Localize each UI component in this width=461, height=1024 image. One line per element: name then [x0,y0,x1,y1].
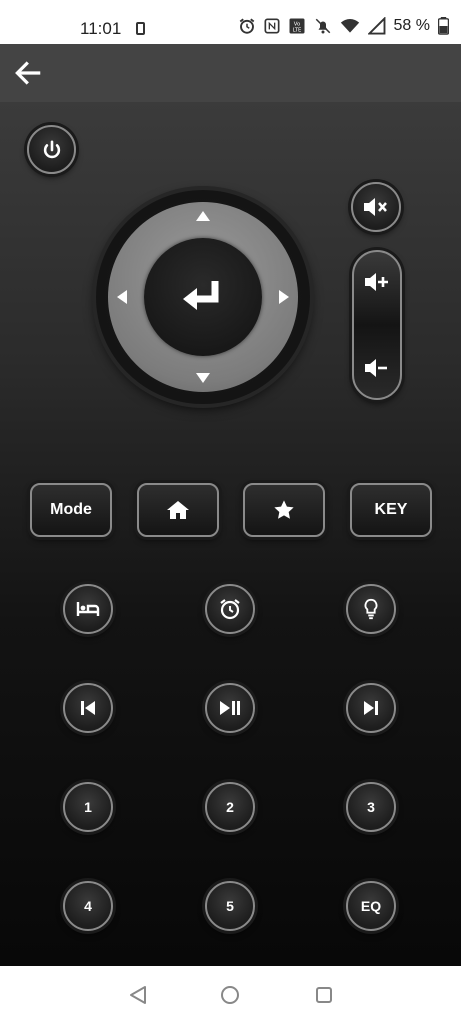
wifi-icon [340,19,359,33]
notifications-off-icon [315,18,330,34]
home-circle-icon [221,986,239,1004]
number-3-button[interactable]: 3 [346,782,396,832]
play-pause-button[interactable] [205,683,255,733]
dpad-left-button[interactable] [112,287,132,307]
number-5-label: 5 [226,898,234,914]
app-bar [0,44,461,102]
arrow-right-icon [279,290,289,304]
mute-button[interactable] [351,182,401,232]
home-button[interactable] [137,483,219,537]
light-bulb-icon [364,598,378,620]
remote-panel: Mode KEY 1 2 3 4 5 EQ [0,102,461,966]
volume-down-button[interactable] [354,348,400,388]
dpad-right-button[interactable] [274,287,294,307]
battery-icon [438,17,449,35]
play-pause-icon [220,701,240,715]
arrow-down-icon [196,373,210,383]
volume-up-button[interactable] [354,262,400,302]
sleep-button[interactable] [63,584,113,634]
next-track-icon [364,701,378,715]
status-icons: Vo LTE 58 % [238,17,449,35]
eq-button[interactable]: EQ [346,881,396,931]
key-button[interactable]: KEY [350,483,432,537]
favorite-button[interactable] [243,483,325,537]
dpad-ring [108,202,298,392]
volume-rocker [352,250,402,400]
dpad [96,190,310,404]
arrow-back-icon[interactable] [12,57,44,89]
svg-text:LTE: LTE [292,27,301,33]
volte-icon: VoLTE [289,18,305,34]
alarm-icon [239,18,254,34]
alarm-button[interactable] [205,584,255,634]
home-icon [167,501,189,519]
sleep-icon [76,602,100,616]
back-triangle-icon [130,986,146,1004]
power-button[interactable] [27,125,76,174]
signal-icon [367,17,385,35]
star-icon [274,500,294,519]
number-1-button[interactable]: 1 [63,782,113,832]
status-bar: 11:01 Vo LTE 58 % [0,0,461,44]
svg-text:Vo: Vo [293,21,299,27]
volume-down-icon [365,359,387,377]
volume-up-icon [365,273,388,291]
mode-label: Mode [50,501,92,518]
power-icon [43,139,60,158]
arrow-up-icon [196,211,210,221]
eq-label: EQ [360,898,382,914]
previous-button[interactable] [63,683,113,733]
dpad-down-button[interactable] [193,368,213,388]
number-5-button[interactable]: 5 [205,881,255,931]
alarm-icon [220,599,240,620]
nav-recents-button[interactable] [313,984,335,1006]
arrow-left-icon [117,290,127,304]
recents-square-icon [316,987,332,1003]
number-2-button[interactable]: 2 [205,782,255,832]
number-2-label: 2 [226,799,234,815]
light-button[interactable] [346,584,396,634]
system-nav-bar [0,966,461,1024]
screenshot-notification-icon [136,22,145,35]
nav-back-button[interactable] [127,984,149,1006]
status-time: 11:01 [80,19,122,38]
battery-percent: 58 % [393,17,430,34]
dpad-up-button[interactable] [193,206,213,226]
enter-icon [183,281,219,310]
nfc-icon [264,18,280,34]
previous-track-icon [81,701,95,715]
mode-button[interactable]: Mode [30,483,112,537]
key-label: KEY [374,501,408,518]
dpad-enter-button[interactable] [144,238,262,356]
number-3-label: 3 [367,799,375,815]
next-button[interactable] [346,683,396,733]
volume-mute-icon [364,198,387,216]
number-1-label: 1 [84,799,92,815]
nav-home-button[interactable] [219,984,241,1006]
number-4-label: 4 [84,898,92,914]
number-4-button[interactable]: 4 [63,881,113,931]
